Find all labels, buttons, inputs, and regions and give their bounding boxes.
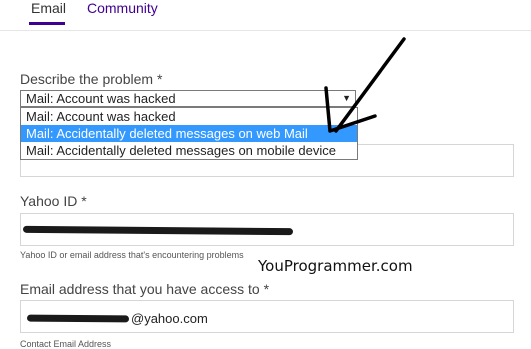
chevron-down-icon[interactable]: ▼ (342, 91, 351, 106)
problem-label: Describe the problem * (20, 71, 163, 87)
tab-email-underline (29, 22, 65, 25)
problem-option[interactable]: Mail: Account was hacked (21, 108, 357, 125)
yahoo-id-label: Yahoo ID * (20, 193, 87, 209)
tab-bar: Email Community (0, 0, 531, 31)
problem-option[interactable]: Mail: Accidentally deleted messages on m… (21, 142, 357, 159)
tab-email[interactable]: Email (31, 0, 66, 17)
tab-community[interactable]: Community (87, 0, 158, 17)
yahoo-id-field[interactable] (20, 213, 514, 246)
watermark: YouProgrammer.com (258, 257, 413, 275)
problem-select[interactable]: Mail: Account was hacked ▼ (20, 90, 356, 107)
redaction-scribble (22, 225, 294, 236)
email-label: Email address that you have access to * (20, 281, 270, 297)
problem-option-highlighted[interactable]: Mail: Accidentally deleted messages on w… (21, 125, 357, 142)
email-hint: Contact Email Address (20, 339, 112, 349)
redaction-scribble (26, 314, 130, 323)
problem-dropdown-list: Mail: Account was hacked Mail: Accidenta… (20, 107, 358, 160)
email-value: @yahoo.com (131, 311, 208, 326)
problem-select-value: Mail: Account was hacked (26, 91, 176, 106)
email-field[interactable]: @yahoo.com (20, 300, 514, 333)
yahoo-id-hint: Yahoo ID or email address that's encount… (20, 250, 244, 260)
